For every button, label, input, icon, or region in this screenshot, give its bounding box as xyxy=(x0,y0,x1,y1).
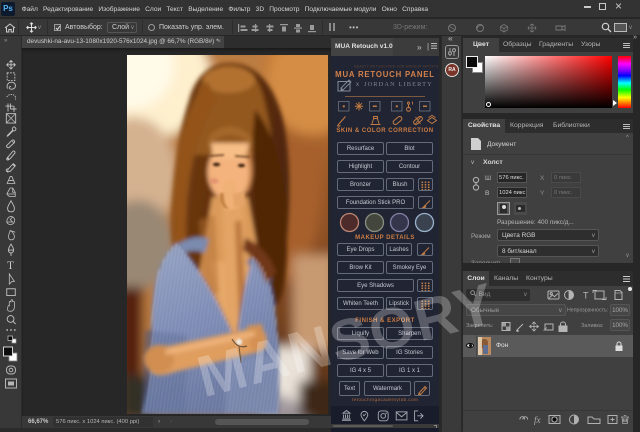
svg-text:fx: fx xyxy=(534,415,541,425)
svg-text:T: T xyxy=(7,260,14,272)
svg-text:T: T xyxy=(583,291,589,301)
